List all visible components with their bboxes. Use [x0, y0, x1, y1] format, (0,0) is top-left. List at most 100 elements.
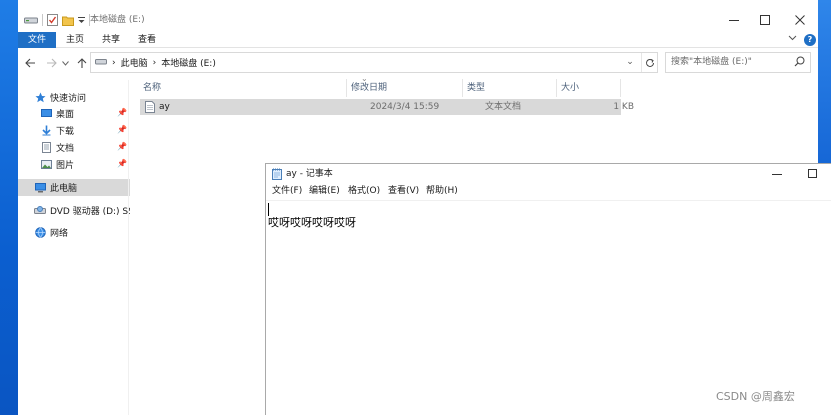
notepad-menubar: 文件(F) 编辑(E) 格式(O) 查看(V) 帮助(H)	[266, 184, 831, 199]
help-icon[interactable]: ?	[804, 34, 816, 46]
text-file-icon	[145, 101, 155, 116]
customize-toolbar-icon[interactable]	[78, 16, 85, 24]
menu-edit[interactable]: 编辑(E)	[309, 184, 340, 199]
sidebar-item-dvd-drive[interactable]: DVD 驱动器 (D:) SSS	[18, 202, 130, 219]
sidebar-item-label: 快速访问	[50, 94, 87, 104]
star-icon	[34, 92, 46, 104]
pin-icon: 📌	[117, 125, 127, 134]
file-list-header: ⌄ 名称 修改日期 类型 大小	[140, 74, 622, 97]
toolbar-separator	[42, 14, 43, 26]
notepad-maximize-button[interactable]	[798, 164, 828, 184]
sidebar-item-downloads[interactable]: 下载 📌	[18, 122, 130, 139]
pane-divider[interactable]	[128, 80, 129, 415]
sidebar-item-documents[interactable]: 文档 📌	[18, 139, 130, 156]
sidebar-item-label: DVD 驱动器 (D:) SSS	[50, 207, 130, 217]
menu-view[interactable]: 查看(V)	[388, 184, 419, 199]
close-button[interactable]	[782, 9, 818, 31]
breadcrumb-separator: ›	[112, 57, 116, 68]
sidebar-item-network[interactable]: 网络	[18, 224, 130, 241]
sidebar-item-label: 下载	[56, 127, 75, 137]
desktop-background-right	[818, 0, 831, 163]
refresh-button[interactable]	[641, 53, 658, 72]
sidebar-item-label: 桌面	[56, 110, 75, 120]
minimize-icon	[772, 174, 782, 175]
breadcrumb: › 此电脑 › 本地磁盘 (E:)	[95, 53, 216, 72]
window-title: 本地磁盘 (E:)	[90, 15, 145, 25]
tab-share[interactable]: 共享	[96, 32, 126, 48]
search-placeholder: 搜索"本地磁盘 (E:)"	[671, 57, 752, 67]
sidebar-item-label: 文档	[56, 144, 75, 154]
breadcrumb-this-pc[interactable]: 此电脑	[121, 56, 148, 69]
back-button[interactable]	[21, 54, 39, 72]
maximize-button[interactable]	[747, 9, 783, 31]
close-icon	[795, 15, 805, 25]
notepad-titlebar: ay - 记事本	[266, 164, 831, 184]
sidebar-item-label: 图片	[56, 161, 75, 171]
picture-icon	[40, 159, 52, 171]
ribbon-tabs: 文件 主页 共享 查看 ?	[18, 32, 818, 48]
column-divider[interactable]	[346, 79, 347, 97]
recent-locations-button[interactable]	[60, 54, 70, 72]
search-icon[interactable]	[794, 56, 805, 70]
explorer-titlebar: 本地磁盘 (E:)	[18, 0, 818, 32]
chevron-down-icon	[61, 60, 69, 66]
tab-view[interactable]: 查看	[132, 32, 162, 48]
table-row[interactable]: ay 2024/3/4 15:59 文本文档 1 KB	[140, 99, 634, 116]
search-input[interactable]: 搜索"本地磁盘 (E:)"	[665, 52, 811, 73]
sidebar-item-desktop[interactable]: 桌面 📌	[18, 105, 130, 122]
back-arrow-icon	[24, 58, 35, 68]
column-header-size[interactable]: 大小	[558, 79, 620, 97]
up-arrow-icon	[77, 57, 87, 68]
column-divider[interactable]	[556, 79, 557, 97]
file-size: 1 KB	[613, 102, 634, 112]
maximize-icon	[760, 15, 770, 25]
watermark: CSDN @周鑫宏	[716, 390, 795, 403]
tab-home[interactable]: 主页	[60, 32, 90, 48]
sidebar-item-this-pc[interactable]: 此电脑	[18, 179, 130, 196]
column-header-name[interactable]: 名称	[140, 79, 346, 97]
new-folder-icon[interactable]	[62, 15, 74, 26]
forward-arrow-icon	[46, 58, 57, 68]
notepad-text-area[interactable]: 哎呀哎呀哎呀哎呀	[266, 200, 831, 415]
notepad-title: ay - 记事本	[286, 169, 333, 179]
computer-icon	[34, 182, 46, 194]
sidebar-item-pictures[interactable]: 图片 📌	[18, 156, 130, 173]
pin-icon: 📌	[117, 108, 127, 117]
properties-icon[interactable]	[47, 14, 58, 26]
notepad-window: ay - 记事本 文件(F) 编辑(E) 格式(O) 查看(V) 帮助(H) 哎…	[265, 163, 831, 415]
minimize-icon	[729, 20, 739, 21]
up-button[interactable]	[73, 54, 91, 72]
address-bar[interactable]: › 此电脑 › 本地磁盘 (E:) ⌄	[90, 52, 658, 73]
maximize-icon	[808, 169, 817, 178]
menu-help[interactable]: 帮助(H)	[426, 184, 458, 199]
refresh-icon	[646, 58, 654, 67]
file-type: 文本文档	[485, 102, 522, 112]
breadcrumb-current[interactable]: 本地磁盘 (E:)	[161, 56, 216, 69]
navigation-pane: 快速访问 桌面 📌 下载 📌 文档 📌 图片 📌 此电脑 DVD 驱动器 (D:…	[18, 80, 130, 415]
tab-file[interactable]: 文件	[18, 32, 56, 48]
column-divider[interactable]	[462, 79, 463, 97]
drive-icon	[95, 57, 107, 69]
address-history-chevron-icon[interactable]: ⌄	[624, 53, 636, 72]
notepad-content: 哎呀哎呀哎呀哎呀	[268, 216, 356, 229]
breadcrumb-separator: ›	[152, 57, 157, 68]
notepad-minimize-button[interactable]	[762, 164, 792, 184]
forward-button[interactable]	[42, 54, 60, 72]
sidebar-item-quick-access[interactable]: 快速访问	[18, 89, 130, 106]
file-name: ay	[159, 102, 170, 112]
text-cursor	[268, 203, 269, 216]
menu-format[interactable]: 格式(O)	[348, 184, 380, 199]
pin-icon: 📌	[117, 159, 127, 168]
column-header-type[interactable]: 类型	[464, 79, 556, 97]
network-icon	[34, 227, 46, 239]
desktop-background-left	[0, 0, 18, 415]
drive-icon	[24, 15, 38, 25]
column-header-date[interactable]: 修改日期	[348, 79, 462, 97]
download-arrow-icon	[40, 125, 52, 137]
expand-ribbon-chevron-icon[interactable]	[788, 33, 797, 45]
file-modified-date: 2024/3/4 15:59	[370, 102, 440, 112]
document-icon	[40, 142, 52, 154]
menu-file[interactable]: 文件(F)	[272, 184, 302, 199]
column-divider[interactable]	[620, 79, 621, 97]
pin-icon: 📌	[117, 142, 127, 151]
